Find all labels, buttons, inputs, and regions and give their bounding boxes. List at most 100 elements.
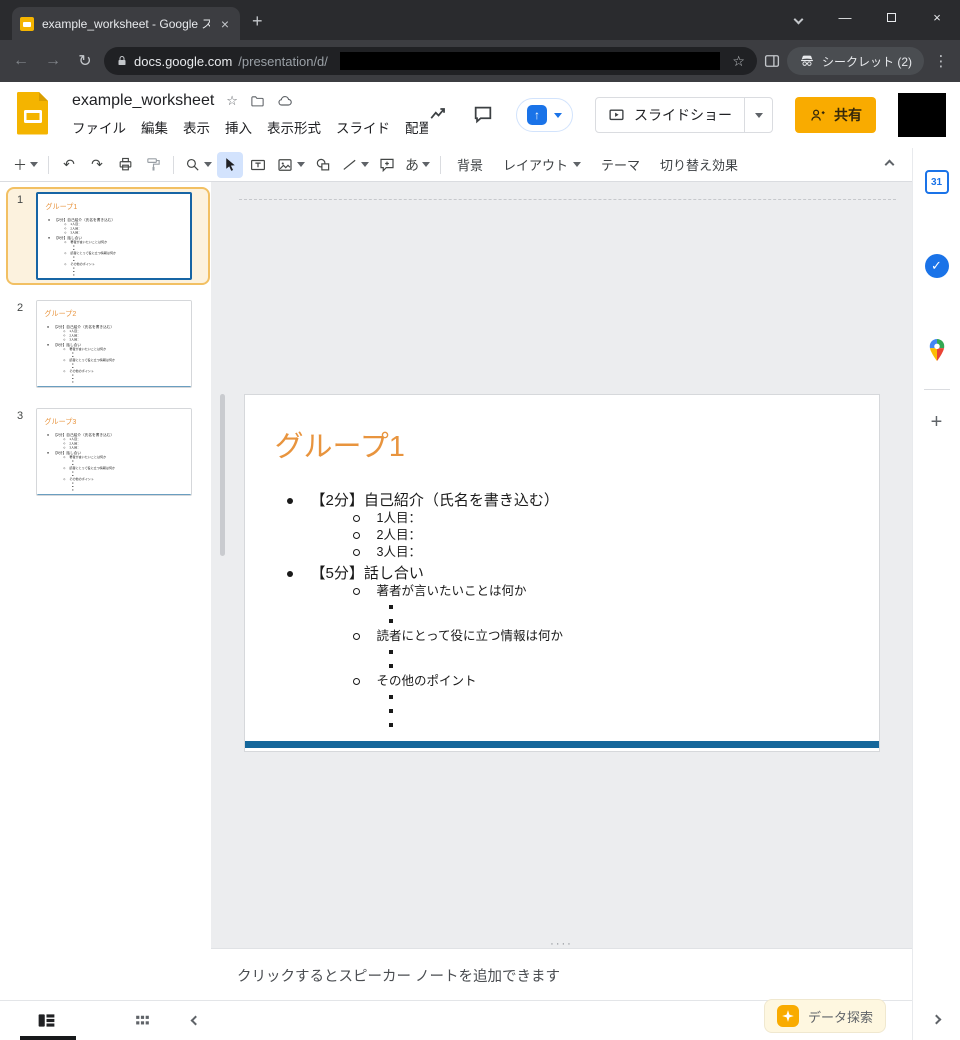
thumbnail-number: 3 (12, 408, 28, 496)
calendar-icon[interactable]: 31 (925, 170, 949, 194)
present-icon: ↑ (527, 105, 547, 125)
slide-thumbnail[interactable]: グループ3 【2分】自己紹介（氏名を書き込む）1人目：2人目：3人目：【5分】話… (36, 408, 192, 496)
slide-thumbnail[interactable]: グループ2 【2分】自己紹介（氏名を書き込む）1人目：2人目：3人目：【5分】話… (36, 300, 192, 388)
tab-search-icon[interactable] (794, 15, 804, 25)
move-to-folder-icon[interactable] (250, 94, 265, 109)
slide-bullet-level-2: 3人目： (47, 446, 192, 450)
present-to-meeting-button[interactable]: ↑ (516, 98, 573, 132)
slide-bullets[interactable]: 【2分】自己紹介（氏名を書き込む）1人目：2人目：3人目：【5分】話し合い著者が… (47, 325, 192, 384)
slideshow-label: スライドショー (634, 105, 732, 125)
filmstrip-view-button[interactable] (36, 1010, 57, 1031)
menu-item[interactable]: 配置 (405, 117, 430, 137)
zoom-button[interactable] (181, 152, 215, 178)
url-redaction (340, 52, 721, 70)
slides-logo-icon[interactable] (16, 91, 50, 140)
slide-bullet-level-2: 読者にとって役に立つ情報は何か (285, 628, 879, 645)
background-button[interactable]: 背景 (448, 152, 492, 178)
document-title[interactable]: example_worksheet (72, 92, 214, 110)
theme-button[interactable]: テーマ (592, 152, 649, 178)
undo-button[interactable]: ↶ (56, 152, 82, 178)
menu-item[interactable]: 挿入 (225, 117, 252, 137)
back-icon[interactable]: ← (8, 52, 34, 70)
layout-button[interactable]: レイアウト (494, 152, 590, 178)
new-tab-button[interactable]: + (252, 11, 263, 32)
explore-button[interactable]: データ探索 (764, 999, 886, 1033)
slide-title[interactable]: グループ3 (37, 409, 192, 426)
get-addons-button[interactable]: + (931, 412, 943, 433)
chevron-right-icon (932, 1015, 942, 1025)
slide-thumbnail-row[interactable]: 3 グループ3 【2分】自己紹介（氏名を書き込む）1人目：2人目：3人目：【5分… (6, 403, 210, 501)
account-avatar[interactable] (898, 93, 946, 137)
slide-editing-surface: グループ1 【2分】自己紹介（氏名を書き込む）1人目：2人目：3人目：【5分】話… (38, 194, 192, 280)
cloud-status-icon[interactable] (277, 93, 293, 109)
slide-bullets[interactable]: 【2分】自己紹介（氏名を書き込む）1人目：2人目：3人目：【5分】話し合い著者が… (285, 491, 879, 732)
tab-close-icon[interactable]: × (218, 16, 232, 32)
insert-shape-button[interactable] (310, 152, 336, 178)
slide-thumbnail-row[interactable]: 1 グループ1 【2分】自己紹介（氏名を書き込む）1人目：2人目：3人目：【5分… (6, 187, 210, 285)
chevron-down-icon (297, 162, 305, 167)
maps-icon[interactable] (926, 338, 948, 367)
menu-item[interactable]: 表示 (183, 117, 210, 137)
close-window-button[interactable]: × (914, 0, 960, 34)
reload-icon[interactable]: ↻ (72, 51, 98, 71)
minimize-button[interactable]: — (822, 0, 868, 34)
text-box-button[interactable] (245, 152, 271, 178)
slide-bullets[interactable]: 【2分】自己紹介（氏名を書き込む）1人目：2人目：3人目：【5分】話し合い著者が… (48, 218, 192, 277)
slide-title[interactable]: グループ1 (38, 194, 192, 211)
activity-trend-icon[interactable] (428, 104, 450, 126)
collapse-filmstrip-button[interactable] (192, 1017, 199, 1024)
slide-bullet-level-2: 3人目： (285, 544, 879, 561)
menu-item[interactable]: 表示形式 (267, 117, 321, 137)
browser-tab[interactable]: example_worksheet - Google スラ × (12, 7, 240, 40)
slide-bullet-level-2: 1人目： (285, 510, 879, 527)
speaker-notes[interactable]: ···· クリックするとスピーカー ノートを追加できます (211, 948, 912, 1000)
slide-editing-surface: グループ2 【2分】自己紹介（氏名を書き込む）1人目：2人目：3人目：【5分】話… (37, 301, 192, 388)
slideshow-button[interactable]: スライドショー (595, 97, 773, 133)
slide-title[interactable]: グループ2 (37, 301, 192, 318)
redo-button[interactable]: ↷ (84, 152, 110, 178)
transition-button[interactable]: 切り替え効果 (651, 152, 747, 178)
hide-side-panel-button[interactable] (933, 1010, 940, 1028)
new-slide-button[interactable]: ＋ (10, 152, 41, 178)
grid-view-button[interactable] (133, 1011, 152, 1030)
menu-item[interactable]: ファイル (72, 117, 126, 137)
star-document-icon[interactable]: ☆ (226, 93, 238, 109)
slide-bullets[interactable]: 【2分】自己紹介（氏名を書き込む）1人目：2人目：3人目：【5分】話し合い著者が… (47, 433, 192, 492)
paint-format-button[interactable] (140, 152, 166, 178)
slide-editing-surface[interactable]: グループ1 【2分】自己紹介（氏名を書き込む）1人目：2人目：3人目：【5分】話… (244, 394, 880, 752)
slide-title[interactable]: グループ1 (245, 395, 879, 465)
share-button[interactable]: 共有 (795, 97, 876, 133)
forward-icon[interactable]: → (40, 52, 66, 70)
divider (48, 156, 49, 174)
vertical-scrollbar[interactable] (220, 394, 225, 556)
address-bar[interactable]: docs.google.com/presentation/d/ ☆ (104, 47, 757, 75)
slide-accent-bar (37, 386, 192, 388)
print-button[interactable] (112, 152, 138, 178)
slideshow-icon (608, 107, 625, 124)
menu-item[interactable]: スライド (336, 117, 390, 137)
bookmark-star-icon[interactable]: ☆ (732, 53, 745, 70)
divider (440, 156, 441, 174)
slide-thumbnail-row[interactable]: 2 グループ2 【2分】自己紹介（氏名を書き込む）1人目：2人目：3人目：【5分… (6, 295, 210, 393)
insert-comment-button[interactable] (374, 152, 400, 178)
insert-line-button[interactable] (338, 152, 372, 178)
incognito-badge[interactable]: シークレット (2) (787, 47, 924, 75)
menu-item[interactable]: 編集 (141, 117, 168, 137)
chevron-down-icon (554, 113, 562, 118)
insert-image-button[interactable] (273, 152, 308, 178)
input-tools-button[interactable]: あ (402, 152, 433, 178)
plus-icon: + (931, 411, 943, 433)
tasks-icon[interactable]: ✓ (925, 254, 949, 278)
collapse-toolbar-button[interactable] (876, 152, 902, 178)
side-panel-icon[interactable] (763, 52, 781, 70)
slide-thumbnail[interactable]: グループ1 【2分】自己紹介（氏名を書き込む）1人目：2人目：3人目：【5分】話… (36, 192, 192, 280)
maximize-button[interactable] (868, 0, 914, 34)
browser-menu-icon[interactable]: ⋮ (930, 52, 952, 70)
share-label: 共有 (834, 105, 862, 125)
slideshow-options-button[interactable] (744, 98, 772, 132)
select-tool-button[interactable] (217, 152, 243, 178)
comment-icon[interactable] (472, 104, 494, 126)
slide-bullet-level-2: その他のポイント (285, 673, 879, 690)
notes-resize-handle[interactable]: ···· (550, 938, 573, 950)
screen: example_worksheet - Google スラ × + — × ← … (0, 0, 960, 1040)
